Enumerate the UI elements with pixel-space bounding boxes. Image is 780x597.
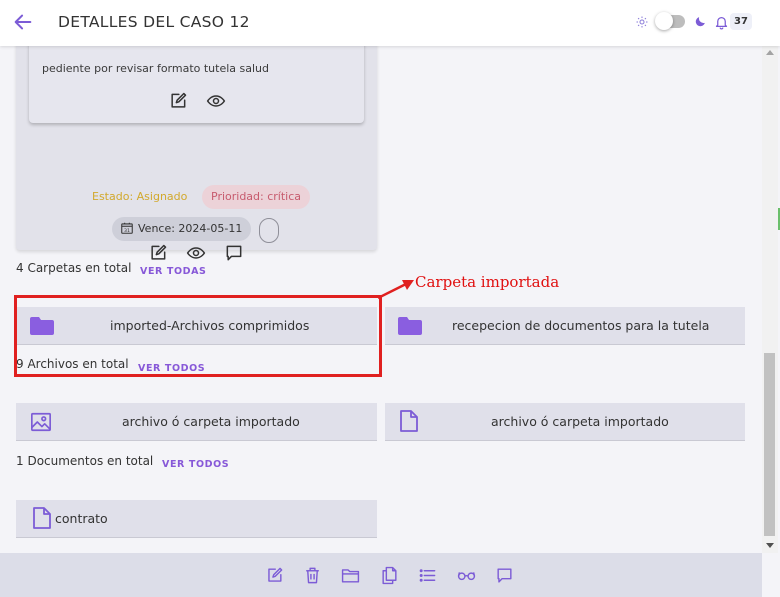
eye-icon[interactable] xyxy=(206,91,226,111)
top-app-bar: DETALLES DEL CASO 12 37 xyxy=(0,0,780,46)
files-count: 9 Archivos en total xyxy=(16,357,129,371)
folder-icon xyxy=(30,317,54,335)
status-badge: Estado: Asignado xyxy=(92,190,188,203)
see-all-folders-link[interactable]: VER TODAS xyxy=(140,266,207,277)
scroll-up-arrow[interactable] xyxy=(766,50,774,55)
page-title: DETALLES DEL CASO 12 xyxy=(58,13,250,31)
scroll-thumb[interactable] xyxy=(764,353,775,536)
folder-icon xyxy=(398,317,422,335)
bottom-toolbar xyxy=(0,553,762,597)
annotation-label: Carpeta importada xyxy=(415,273,560,291)
document-icon xyxy=(33,507,51,529)
image-file-icon xyxy=(31,412,51,432)
bell-icon[interactable] xyxy=(714,14,729,30)
toggle-knob xyxy=(655,12,673,30)
back-arrow-icon[interactable] xyxy=(12,11,34,33)
due-date-text: Vence: 2024-05-11 xyxy=(138,222,243,235)
folder-name: imported-Archivos comprimidos xyxy=(110,318,310,333)
folders-count: 4 Carpetas en total xyxy=(16,261,132,275)
edit-icon[interactable] xyxy=(265,566,284,585)
documents-count: 1 Documentos en total xyxy=(16,454,154,468)
file-name: archivo ó carpeta importado xyxy=(491,414,669,429)
annotation-arrow xyxy=(377,280,414,300)
trash-icon[interactable] xyxy=(303,566,322,585)
list-icon[interactable] xyxy=(418,566,437,585)
comment-card: pediente por revisar formato tutela salu… xyxy=(29,46,364,123)
extra-toggle-pill[interactable] xyxy=(259,218,279,243)
copy-files-icon[interactable] xyxy=(380,566,399,585)
moon-icon xyxy=(695,17,705,27)
document-name: contrato xyxy=(55,511,108,526)
comment-icon[interactable] xyxy=(495,566,514,585)
calendar-day: 31 xyxy=(124,228,130,234)
scroll-down-arrow[interactable] xyxy=(766,543,774,548)
notification-badge: 37 xyxy=(730,13,752,30)
folder-tile[interactable]: recepecion de documentos para la tutela xyxy=(385,307,745,345)
glasses-icon[interactable] xyxy=(457,566,476,585)
calendar-icon: 31 xyxy=(121,222,133,234)
folder-name: recepecion de documentos para la tutela xyxy=(452,318,710,333)
folder-tile[interactable]: imported-Archivos comprimidos xyxy=(16,307,377,345)
due-date-chip: 31 Vence: 2024-05-11 xyxy=(112,217,252,241)
folder-icon[interactable] xyxy=(341,566,360,585)
file-name: archivo ó carpeta importado xyxy=(122,414,300,429)
theme-toggle[interactable] xyxy=(655,12,685,30)
comment-text: pediente por revisar formato tutela salu… xyxy=(42,62,270,75)
vertical-scrollbar[interactable] xyxy=(762,46,778,553)
document-icon xyxy=(400,410,418,432)
see-all-documents-link[interactable]: VER TODOS xyxy=(162,459,229,470)
edit-icon[interactable] xyxy=(148,243,168,263)
see-all-files-link[interactable]: VER TODOS xyxy=(138,363,205,374)
case-card: pediente por revisar formato tutela salu… xyxy=(16,46,377,261)
document-tile[interactable]: contrato xyxy=(16,500,377,538)
priority-badge: Prioridad: crítica xyxy=(202,185,311,209)
file-tile[interactable]: archivo ó carpeta importado xyxy=(16,403,377,441)
comment-icon[interactable] xyxy=(224,243,244,263)
file-tile[interactable]: archivo ó carpeta importado xyxy=(385,403,745,441)
sun-icon xyxy=(636,16,648,28)
edit-icon[interactable] xyxy=(168,91,188,111)
eye-icon[interactable] xyxy=(186,243,206,263)
